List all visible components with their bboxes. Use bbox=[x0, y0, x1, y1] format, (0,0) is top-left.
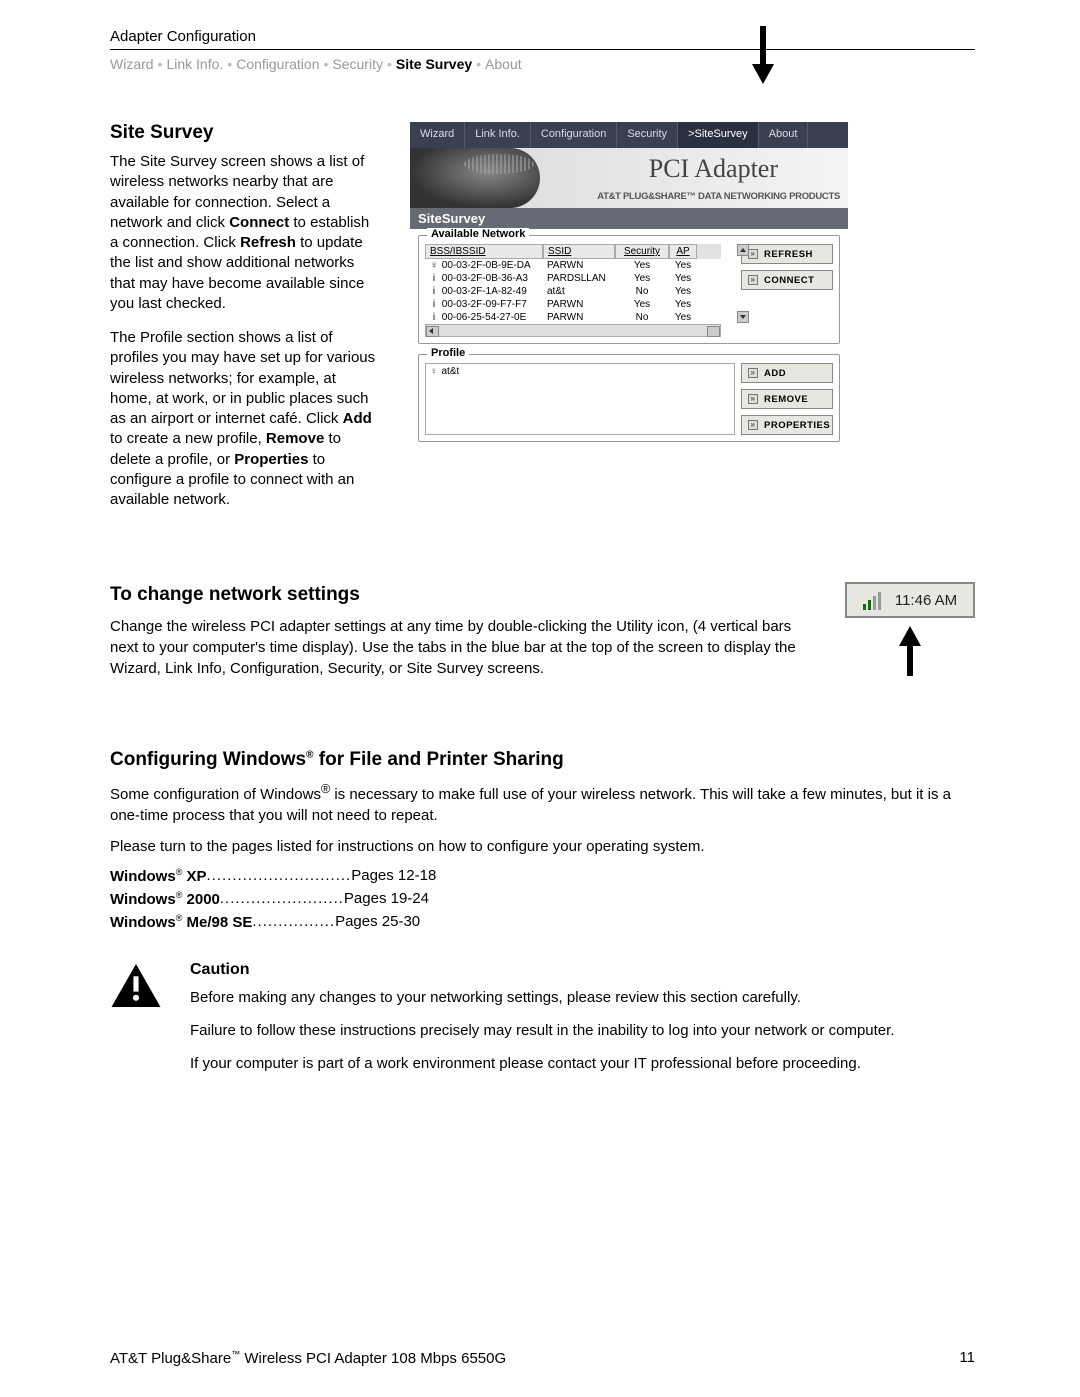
network-icon: i bbox=[429, 286, 439, 297]
caution-heading: Caution bbox=[190, 961, 895, 979]
profile-group: Profile ♀at&t »ADD »REMOVE »PROPERTIES bbox=[418, 354, 840, 442]
banner-subtitle: AT&T PLUG&SHARE™ DATA NETWORKING PRODUCT… bbox=[597, 191, 840, 202]
clock-time: 11:46 AM bbox=[895, 592, 957, 609]
breadcrumb-sep: • bbox=[476, 56, 481, 72]
profile-icon: ♀ bbox=[430, 366, 438, 377]
signal-bars-icon bbox=[863, 590, 885, 610]
remove-button[interactable]: »REMOVE bbox=[741, 389, 833, 409]
app-tab-bar: WizardLink Info.ConfigurationSecurity>Si… bbox=[410, 122, 848, 148]
refresh-button[interactable]: »REFRESH bbox=[741, 244, 833, 264]
table-row[interactable]: i 00-03-2F-0B-36-A3PARDSLLANYesYes bbox=[425, 272, 721, 285]
breadcrumb-sep: • bbox=[227, 56, 232, 72]
app-tab[interactable]: About bbox=[759, 122, 809, 148]
warning-icon bbox=[110, 961, 170, 1086]
section-bar: SiteSurvey bbox=[410, 208, 848, 229]
top-header: Adapter Configuration bbox=[110, 28, 975, 50]
app-tab[interactable]: Wizard bbox=[410, 122, 465, 148]
breadcrumb: Wizard•Link Info.•Configuration•Security… bbox=[110, 56, 975, 72]
table-row[interactable]: i 00-03-2F-09-F7-F7PARWNYesYes bbox=[425, 298, 721, 311]
network-icon: i bbox=[429, 299, 439, 310]
scroll-down-icon[interactable] bbox=[737, 311, 749, 323]
page-number: 11 bbox=[959, 1349, 975, 1367]
table-row[interactable]: i 00-06-25-54-27-0EPARWNNoYes bbox=[425, 311, 721, 324]
os-row: Windows® XP ............................… bbox=[110, 867, 975, 885]
app-banner: PCI Adapter AT&T PLUG&SHARE™ DATA NETWOR… bbox=[410, 148, 848, 208]
site-survey-para-2: The Profile section shows a list of prof… bbox=[110, 328, 380, 510]
horizontal-scrollbar[interactable] bbox=[425, 324, 721, 337]
caution-p3: If your computer is part of a work envir… bbox=[190, 1053, 895, 1074]
app-tab[interactable]: Link Info. bbox=[465, 122, 531, 148]
breadcrumb-sep: • bbox=[387, 56, 392, 72]
system-tray-clock: 11:46 AM bbox=[845, 582, 975, 618]
banner-title: PCI Adapter bbox=[649, 154, 778, 184]
app-tab[interactable]: Configuration bbox=[531, 122, 617, 148]
site-survey-para-1: The Site Survey screen shows a list of w… bbox=[110, 152, 380, 314]
os-row: Windows® Me/98 SE ................Pages … bbox=[110, 913, 975, 931]
col-ap[interactable]: AP bbox=[669, 244, 697, 259]
footer-left: AT&T Plug&Share™ Wireless PCI Adapter 10… bbox=[110, 1349, 506, 1367]
table-row[interactable]: i 00-03-2F-1A-82-49at&tNoYes bbox=[425, 285, 721, 298]
configuring-para-1: Some configuration of Windows® is necess… bbox=[110, 781, 975, 826]
banner-image bbox=[410, 148, 540, 208]
connect-button[interactable]: »CONNECT bbox=[741, 270, 833, 290]
available-network-group: Available Network BSS/IBSSID SSID Securi… bbox=[418, 235, 840, 344]
properties-button[interactable]: »PROPERTIES bbox=[741, 415, 833, 435]
profile-legend: Profile bbox=[427, 347, 469, 359]
app-screenshot: WizardLink Info.ConfigurationSecurity>Si… bbox=[410, 122, 848, 458]
breadcrumb-item[interactable]: Wizard bbox=[110, 56, 154, 72]
col-ssid[interactable]: SSID bbox=[543, 244, 615, 259]
col-bss[interactable]: BSS/IBSSID bbox=[425, 244, 543, 259]
app-tab[interactable]: >SiteSurvey bbox=[678, 122, 759, 148]
scroll-up-icon[interactable] bbox=[737, 244, 749, 256]
app-tab[interactable]: Security bbox=[617, 122, 678, 148]
list-item[interactable]: ♀at&t bbox=[430, 366, 730, 377]
breadcrumb-item[interactable]: Security bbox=[332, 56, 383, 72]
network-table-header: BSS/IBSSID SSID Security AP bbox=[425, 244, 721, 259]
change-settings-para: Change the wireless PCI adapter settings… bbox=[110, 616, 815, 679]
breadcrumb-sep: • bbox=[158, 56, 163, 72]
breadcrumb-item[interactable]: Link Info. bbox=[166, 56, 223, 72]
breadcrumb-item[interactable]: Site Survey bbox=[396, 56, 472, 72]
breadcrumb-sep: • bbox=[323, 56, 328, 72]
network-icon: i bbox=[429, 273, 439, 284]
configuring-para-2: Please turn to the pages listed for inst… bbox=[110, 836, 975, 857]
breadcrumb-item[interactable]: Configuration bbox=[236, 56, 319, 72]
site-survey-heading: Site Survey bbox=[110, 122, 380, 144]
breadcrumb-item[interactable]: About bbox=[485, 56, 522, 72]
caution-p2: Failure to follow these instructions pre… bbox=[190, 1020, 895, 1041]
network-icon: i bbox=[429, 312, 439, 323]
os-row: Windows® 2000 ........................Pa… bbox=[110, 890, 975, 908]
change-settings-heading: To change network settings bbox=[110, 584, 815, 606]
configuring-heading: Configuring Windows® for File and Printe… bbox=[110, 749, 975, 771]
table-row[interactable]: ♀ 00-03-2F-0B-9E-DAPARWNYesYes bbox=[425, 259, 721, 272]
available-network-legend: Available Network bbox=[427, 228, 529, 240]
add-button[interactable]: »ADD bbox=[741, 363, 833, 383]
network-icon: ♀ bbox=[429, 260, 439, 271]
caution-p1: Before making any changes to your networ… bbox=[190, 987, 895, 1008]
profile-list[interactable]: ♀at&t bbox=[425, 363, 735, 435]
col-security[interactable]: Security bbox=[615, 244, 669, 259]
